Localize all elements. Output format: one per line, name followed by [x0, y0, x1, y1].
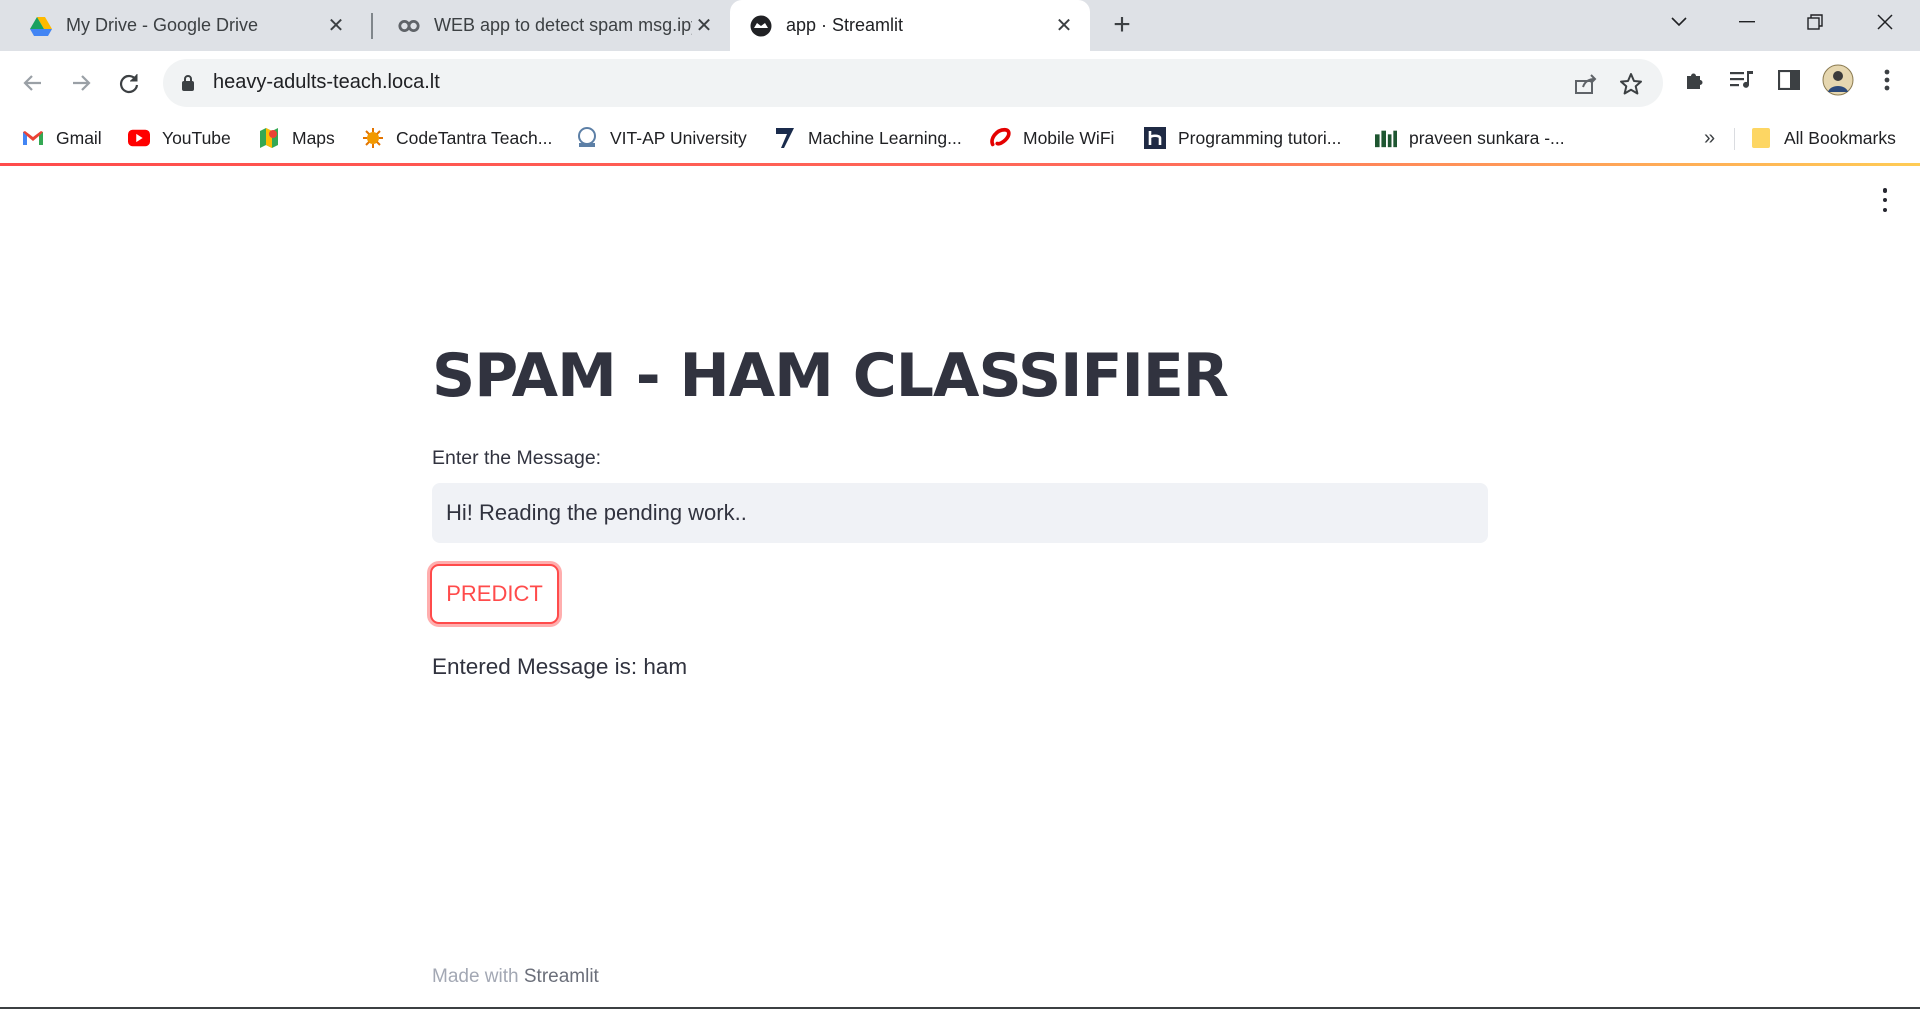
chrome-menu-icon[interactable]	[1872, 65, 1902, 95]
tab-colab[interactable]: WEB app to detect spam msg.ipynb ✕	[378, 0, 730, 51]
prediction-result: Entered Message is: ham	[432, 654, 688, 679]
codetantra-icon	[362, 127, 384, 149]
bookmark-label: praveen sunkara -...	[1409, 127, 1565, 148]
main-menu-icon[interactable]	[1880, 188, 1890, 212]
bookmarks-bar: Gmail YouTube Maps CodeTantra Teach... V…	[0, 114, 1920, 164]
browser-toolbar: heavy-adults-teach.loca.lt	[0, 51, 1920, 114]
bookmark-label: Maps	[292, 127, 335, 148]
vitap-icon	[576, 127, 598, 149]
ml-icon	[774, 127, 796, 149]
site-icon	[1375, 127, 1397, 149]
message-input-label: Enter the Message:	[432, 447, 602, 469]
google-drive-icon	[30, 15, 52, 37]
tab-search-icon[interactable]	[1650, 0, 1708, 44]
profile-avatar[interactable]	[1822, 64, 1854, 96]
close-tab-icon[interactable]: ✕	[1052, 14, 1076, 38]
tab-title: WEB app to detect spam msg.ipynb	[434, 15, 692, 35]
hackr-icon	[1144, 127, 1166, 149]
bookmark-gmail[interactable]: Gmail	[22, 123, 102, 153]
tab-title: My Drive - Google Drive	[66, 15, 259, 35]
page-title: SPAM - HAM CLASSIFIER	[432, 341, 1229, 411]
bookmark-label: Gmail	[56, 127, 102, 148]
side-panel-icon[interactable]	[1774, 65, 1804, 95]
new-tab-button[interactable]: +	[1107, 8, 1137, 41]
tab-title: app · Streamlit	[786, 15, 904, 35]
extensions-icon[interactable]	[1680, 65, 1710, 95]
media-controls-icon[interactable]	[1727, 65, 1757, 95]
bookmark-label: Machine Learning...	[808, 127, 962, 148]
close-tab-icon[interactable]: ✕	[324, 14, 348, 38]
minimize-button[interactable]	[1718, 0, 1776, 44]
tab-google-drive[interactable]: My Drive - Google Drive ✕	[10, 0, 362, 51]
lock-icon[interactable]	[181, 74, 195, 97]
bookmark-label: YouTube	[162, 127, 231, 148]
youtube-icon	[128, 127, 150, 149]
message-input[interactable]	[432, 483, 1488, 543]
bookmark-codetantra[interactable]: CodeTantra Teach...	[362, 123, 552, 153]
folder-icon	[1750, 127, 1772, 149]
predict-button[interactable]: PREDICT	[430, 564, 559, 624]
colab-icon	[398, 15, 420, 37]
bookmark-vitap[interactable]: VIT-AP University	[576, 123, 747, 153]
airtel-icon	[989, 127, 1011, 149]
tab-strip: My Drive - Google Drive ✕ WEB app to det…	[0, 0, 1920, 51]
maps-icon	[258, 127, 280, 149]
forward-button[interactable]	[63, 65, 99, 101]
close-window-button[interactable]	[1856, 0, 1914, 44]
footer: Made with Streamlit	[432, 966, 599, 988]
bookmark-all-bookmarks[interactable]: All Bookmarks	[1750, 123, 1896, 153]
gmail-icon	[22, 127, 44, 149]
bookmark-programming-tutorials[interactable]: Programming tutori...	[1144, 123, 1341, 153]
close-tab-icon[interactable]: ✕	[692, 14, 716, 38]
url-text[interactable]: heavy-adults-teach.loca.lt	[213, 71, 440, 94]
bookmark-mobile-wifi[interactable]: Mobile WiFi	[989, 123, 1114, 153]
streamlit-link[interactable]: Streamlit	[524, 966, 599, 987]
share-icon[interactable]	[1573, 71, 1599, 97]
bookmark-label: Mobile WiFi	[1023, 127, 1115, 148]
bookmark-maps[interactable]: Maps	[258, 123, 335, 153]
address-bar[interactable]: heavy-adults-teach.loca.lt	[163, 59, 1663, 107]
bookmark-label: Programming tutori...	[1178, 127, 1342, 148]
bookmark-label: CodeTantra Teach...	[396, 127, 553, 148]
bookmark-youtube[interactable]: YouTube	[128, 123, 231, 153]
streamlit-icon	[750, 15, 772, 37]
bookmark-label: VIT-AP University	[610, 127, 747, 148]
bookmark-label: All Bookmarks	[1784, 127, 1896, 148]
bookmark-machine-learning[interactable]: Machine Learning...	[774, 123, 962, 153]
restore-button[interactable]	[1786, 0, 1844, 44]
bookmark-star-icon[interactable]	[1618, 71, 1644, 97]
tab-separator	[371, 13, 373, 39]
tab-streamlit[interactable]: app · Streamlit ✕	[730, 0, 1090, 51]
bookmark-praveen-sunkara[interactable]: praveen sunkara -...	[1375, 123, 1565, 153]
reload-button[interactable]	[111, 65, 147, 101]
back-button[interactable]	[15, 65, 51, 101]
more-bookmarks-button[interactable]: »	[1704, 123, 1715, 153]
streamlit-page: SPAM - HAM CLASSIFIER Enter the Message:…	[0, 166, 1920, 1009]
footer-prefix: Made with	[432, 966, 524, 987]
bookmarks-divider	[1734, 128, 1735, 150]
